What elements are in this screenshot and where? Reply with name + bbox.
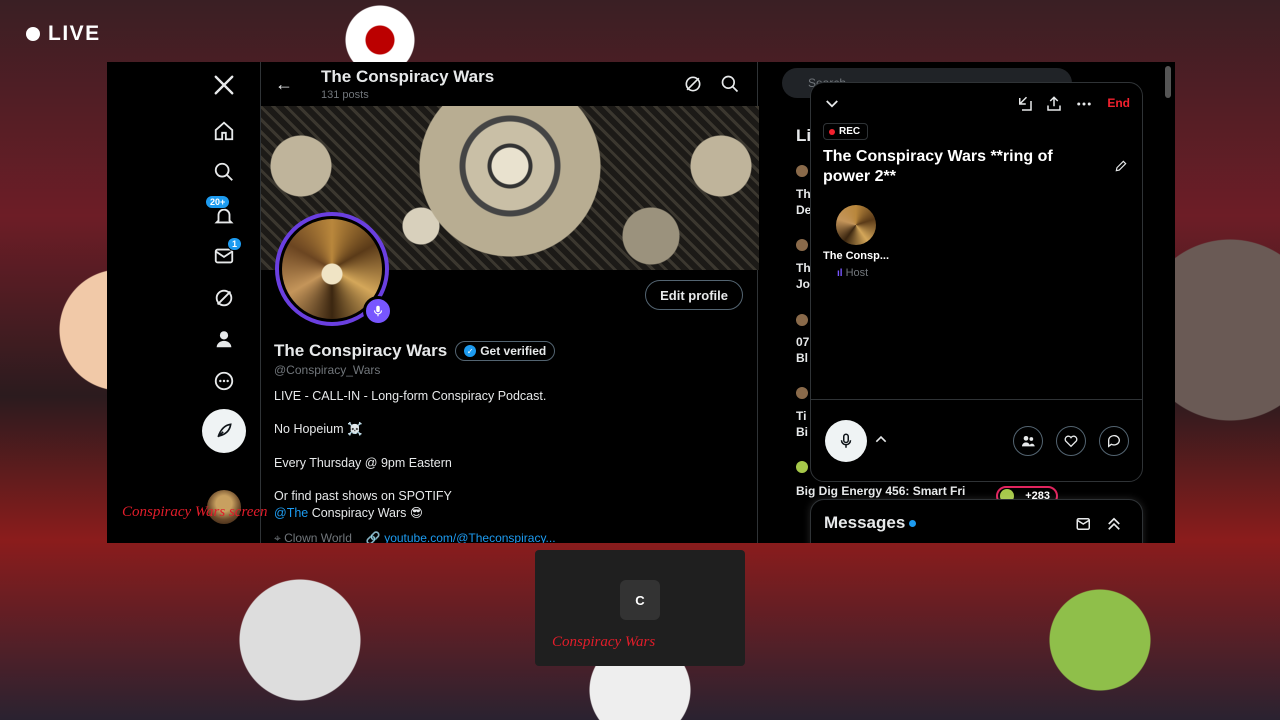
messages-envelope-icon[interactable]: 1 bbox=[207, 237, 243, 273]
list-avatar bbox=[796, 461, 808, 473]
bio-line: @The Conspiracy Wars 😎 bbox=[274, 505, 423, 520]
list-item-fragment[interactable]: Bi bbox=[796, 425, 808, 440]
messages-drawer[interactable]: Messages bbox=[810, 499, 1143, 543]
location-text: Clown World bbox=[284, 531, 352, 543]
grok-icon[interactable] bbox=[683, 74, 703, 94]
profile-column: ← The Conspiracy Wars 131 posts Edit pro… bbox=[260, 62, 759, 543]
bio-text: Conspiracy Wars 😎 bbox=[308, 506, 423, 520]
list-avatar bbox=[796, 314, 808, 326]
sidebar-section-header: Li bbox=[796, 126, 812, 145]
recording-label: REC bbox=[839, 126, 861, 137]
back-arrow-icon[interactable]: ← bbox=[275, 74, 293, 95]
share-icon[interactable] bbox=[1045, 95, 1063, 113]
spaces-controls bbox=[811, 399, 1142, 483]
chat-bubble-icon bbox=[1107, 435, 1120, 448]
live-indicator: LIVE bbox=[26, 22, 101, 46]
get-verified-button[interactable]: ✓ Get verified bbox=[455, 341, 556, 361]
list-item-title[interactable]: Big Dig Energy 456: Smart Fri bbox=[796, 483, 966, 499]
chevron-up-icon[interactable] bbox=[873, 431, 889, 447]
list-avatar bbox=[796, 387, 808, 399]
left-navigation: 20+ 1 bbox=[107, 62, 260, 543]
tile-caption: Conspiracy Wars bbox=[552, 634, 656, 650]
list-avatar bbox=[796, 239, 808, 251]
stream-caption-overlay: Conspiracy Wars screen bbox=[122, 504, 268, 520]
x-browser-window: 20+ 1 ← The Conspiracy Wars 131 posts Ed… bbox=[107, 62, 1175, 543]
home-icon[interactable] bbox=[207, 114, 241, 148]
list-item-fragment[interactable]: Ti bbox=[796, 409, 806, 424]
grok-icon[interactable] bbox=[207, 281, 241, 315]
list-item-fragment[interactable]: Th bbox=[796, 261, 811, 276]
unread-dot-icon bbox=[909, 519, 917, 527]
live-space-mic-icon[interactable] bbox=[363, 296, 393, 326]
spaces-topbar: End bbox=[811, 83, 1142, 123]
record-dot-icon bbox=[829, 128, 835, 135]
list-item-fragment[interactable]: Jo bbox=[796, 277, 810, 292]
compose-post-button[interactable] bbox=[202, 409, 246, 453]
messages-label: Messages bbox=[824, 513, 906, 532]
bio-mention-link[interactable]: @The bbox=[274, 506, 308, 520]
host-role-label: Host bbox=[845, 267, 869, 279]
participant-initial: C bbox=[620, 580, 660, 620]
profile-meta-row: ⌖ Clown World 🔗 youtube.com/@Theconspira… bbox=[274, 531, 556, 543]
notifications-badge: 20+ bbox=[205, 195, 231, 209]
list-item-fragment[interactable]: 07 bbox=[796, 335, 809, 350]
list-item-fragment[interactable]: Th bbox=[796, 187, 811, 202]
live-dot-icon bbox=[26, 27, 40, 41]
chevron-down-icon[interactable] bbox=[823, 95, 841, 113]
host-role: ıl Host bbox=[837, 267, 868, 279]
search-icon[interactable] bbox=[207, 155, 241, 189]
host-avatar[interactable] bbox=[836, 205, 876, 245]
list-avatar bbox=[796, 165, 808, 177]
heart-plus-icon bbox=[1064, 435, 1078, 448]
page-scrollbar[interactable] bbox=[1165, 66, 1171, 98]
speaking-bars-icon: ıl bbox=[837, 267, 843, 279]
messages-title: Messages bbox=[824, 513, 917, 533]
website-link[interactable]: youtube.com/@Theconspiracy... bbox=[384, 531, 555, 543]
microphone-icon bbox=[840, 433, 852, 448]
messages-badge: 1 bbox=[227, 237, 243, 251]
live-label: LIVE bbox=[48, 22, 101, 45]
bio-line: Or find past shows on SPOTIFY bbox=[274, 489, 452, 503]
reactions-button[interactable] bbox=[1056, 426, 1086, 456]
participant-video-tile: C Conspiracy Wars bbox=[535, 550, 745, 666]
edit-pencil-icon[interactable] bbox=[1114, 159, 1128, 173]
new-message-icon[interactable] bbox=[1075, 515, 1093, 533]
edit-profile-button[interactable]: Edit profile bbox=[645, 280, 743, 310]
expand-up-icon[interactable] bbox=[1105, 515, 1123, 533]
spaces-panel: End REC The Conspiracy Wars **ring of po… bbox=[810, 82, 1143, 482]
bio-line: LIVE - CALL-IN - Long-form Conspiracy Po… bbox=[274, 389, 547, 403]
bio-line: No Hopeium ☠️ bbox=[274, 422, 363, 436]
recording-badge: REC bbox=[823, 123, 869, 140]
space-title: The Conspiracy Wars **ring of power 2** bbox=[823, 148, 1053, 185]
location: ⌖ Clown World bbox=[274, 531, 352, 543]
end-space-button[interactable]: End bbox=[1107, 96, 1130, 110]
profile-name-row: The Conspiracy Wars ✓ Get verified bbox=[274, 341, 556, 361]
verified-check-icon: ✓ bbox=[464, 345, 477, 357]
list-item-fragment[interactable]: Bl bbox=[796, 351, 808, 366]
notifications-bell-icon[interactable]: 20+ bbox=[205, 195, 241, 233]
more-options-icon[interactable] bbox=[207, 364, 241, 398]
people-icon bbox=[1022, 436, 1035, 447]
page-title: The Conspiracy Wars bbox=[321, 67, 495, 86]
get-verified-label: Get verified bbox=[480, 344, 547, 358]
website: 🔗 youtube.com/@Theconspiracy... bbox=[365, 531, 556, 543]
search-icon[interactable] bbox=[720, 74, 740, 94]
x-logo-icon[interactable] bbox=[207, 68, 241, 102]
microphone-button[interactable] bbox=[825, 420, 867, 462]
profile-person-icon[interactable] bbox=[207, 322, 241, 356]
bio-line: Every Thursday @ 9pm Eastern bbox=[274, 456, 452, 470]
profile-handle: @Conspiracy_Wars bbox=[274, 363, 381, 377]
profile-name: The Conspiracy Wars bbox=[274, 341, 448, 360]
post-count: 131 posts bbox=[321, 89, 369, 101]
more-horizontal-icon[interactable] bbox=[1075, 95, 1093, 113]
minimize-dock-icon[interactable] bbox=[1016, 95, 1034, 113]
feather-icon bbox=[217, 423, 232, 438]
profile-header: ← The Conspiracy Wars 131 posts bbox=[261, 62, 757, 106]
comments-button[interactable] bbox=[1099, 426, 1129, 456]
participants-button[interactable] bbox=[1013, 426, 1043, 456]
host-name: The Consp... bbox=[823, 250, 889, 262]
